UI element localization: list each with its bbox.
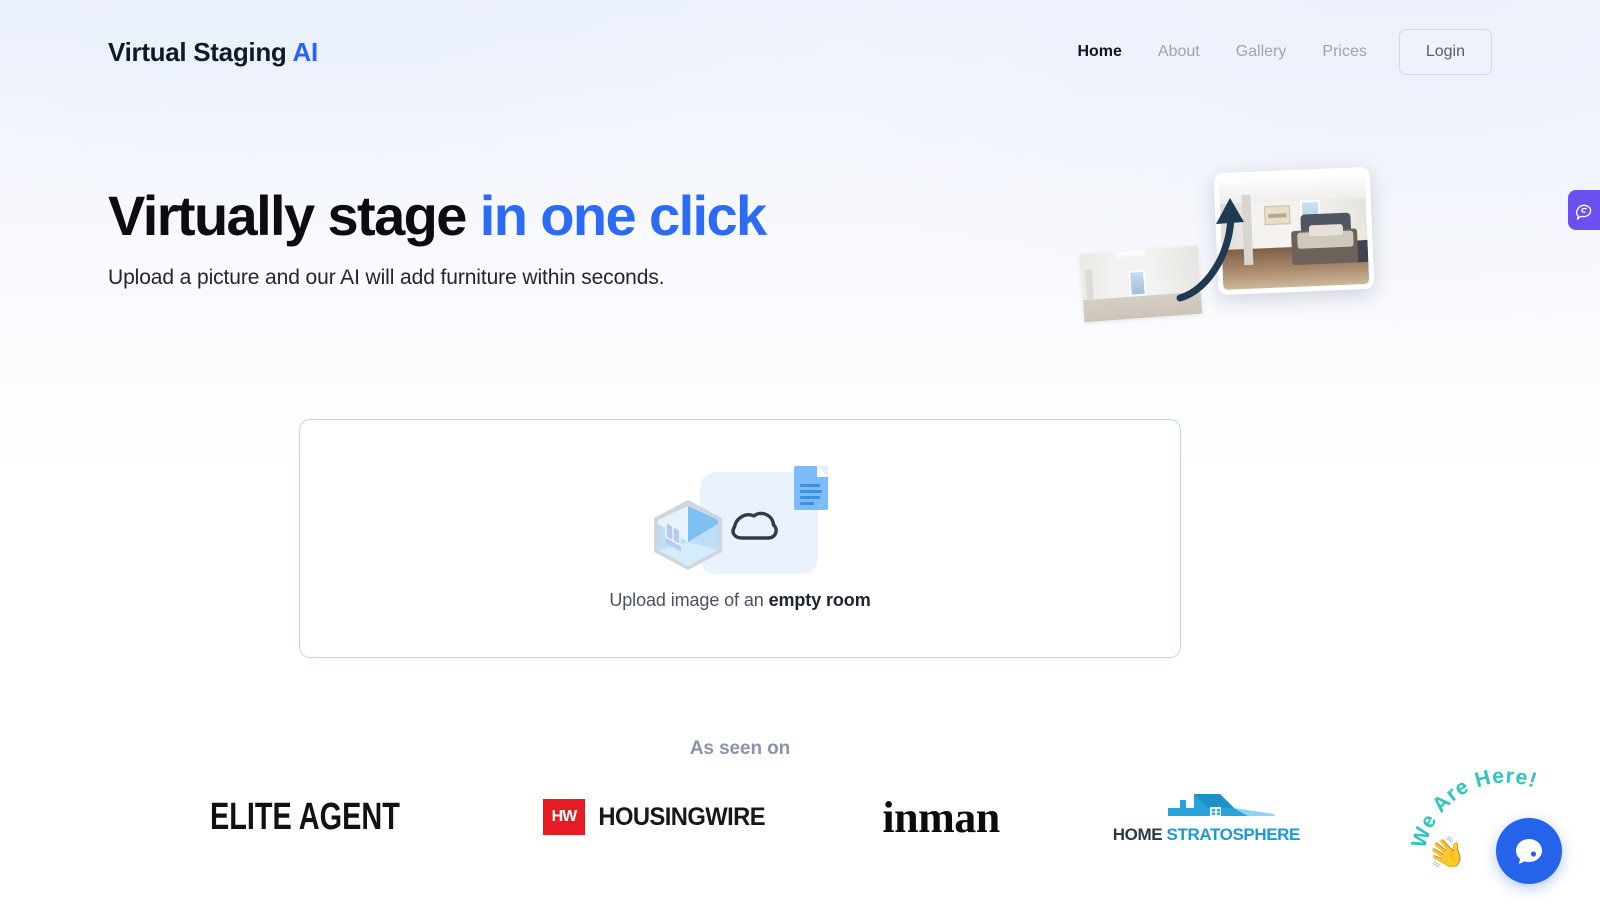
chat-bubble-icon [1516,839,1542,864]
nav-item-about[interactable]: About [1140,43,1218,61]
logo-accent-text: AI [292,36,318,67]
logo-text: Virtual Staging [108,36,287,67]
nav-item-gallery[interactable]: Gallery [1218,43,1305,61]
chat-button[interactable] [1496,818,1562,884]
hero-subtitle: Upload a picture and our AI will add fur… [108,266,665,290]
site-header: Virtual Staging AI Home About Gallery Pr… [0,0,1600,104]
inman-logo-text: inman [882,792,1000,842]
upload-dropzone[interactable]: Upload image of an empty room [299,419,1181,658]
hs-text-blue: STRATOSPHERE [1166,824,1301,844]
headline-main: Virtually stage [108,184,467,247]
brain-chat-icon [1575,204,1591,220]
housingwire-logo-text: HOUSINGWIRE [598,802,765,831]
hs-text-dark: HOME [1112,824,1163,844]
document-icon [794,466,828,510]
house-roof-icon [1168,793,1275,816]
press-logo-elite-agent: ELITE AGENT [180,787,430,847]
press-logos-row: ELITE AGENT HW HOUSINGWIRE inman HOME ST… [180,782,1300,852]
hero-section: Virtually stage in one click Upload a pi… [108,184,1038,290]
upload-illustration [652,466,828,576]
press-section-label: As seen on [689,738,791,759]
home-stratosphere-logo-text: HOME STRATOSPHERE [1112,824,1301,845]
chat-widget: We Are Here! 👋 [1406,764,1578,894]
housingwire-badge-icon: HW [542,799,585,835]
site-logo[interactable]: Virtual Staging AI [108,37,318,68]
upload-text-prefix: Upload image of an [609,590,769,610]
hero-illustration [1060,150,1420,340]
upload-text-emphasis: empty room [768,590,871,610]
elite-agent-logo-text: ELITE AGENT [209,795,400,838]
page-title: Virtually stage in one click [108,184,1038,247]
headline-accent: in one click [479,184,767,247]
login-button[interactable]: Login [1398,29,1492,75]
nav-item-prices[interactable]: Prices [1304,43,1384,61]
isometric-room-icon [654,500,722,570]
cloud-icon [731,511,778,540]
main-navigation: Home About Gallery Prices Login [1059,29,1492,75]
waving-hand-icon: 👋 [1423,833,1470,876]
press-logo-inman: inman [882,787,1000,847]
press-logo-housingwire: HW HOUSINGWIRE [542,787,769,847]
upload-instruction-text: Upload image of an empty room [609,590,870,611]
nav-item-home[interactable]: Home [1059,43,1139,61]
transform-arrow-icon [1176,198,1244,302]
feedback-tab-button[interactable] [1568,190,1600,230]
press-logo-home-stratosphere: HOME STRATOSPHERE [1113,787,1300,847]
